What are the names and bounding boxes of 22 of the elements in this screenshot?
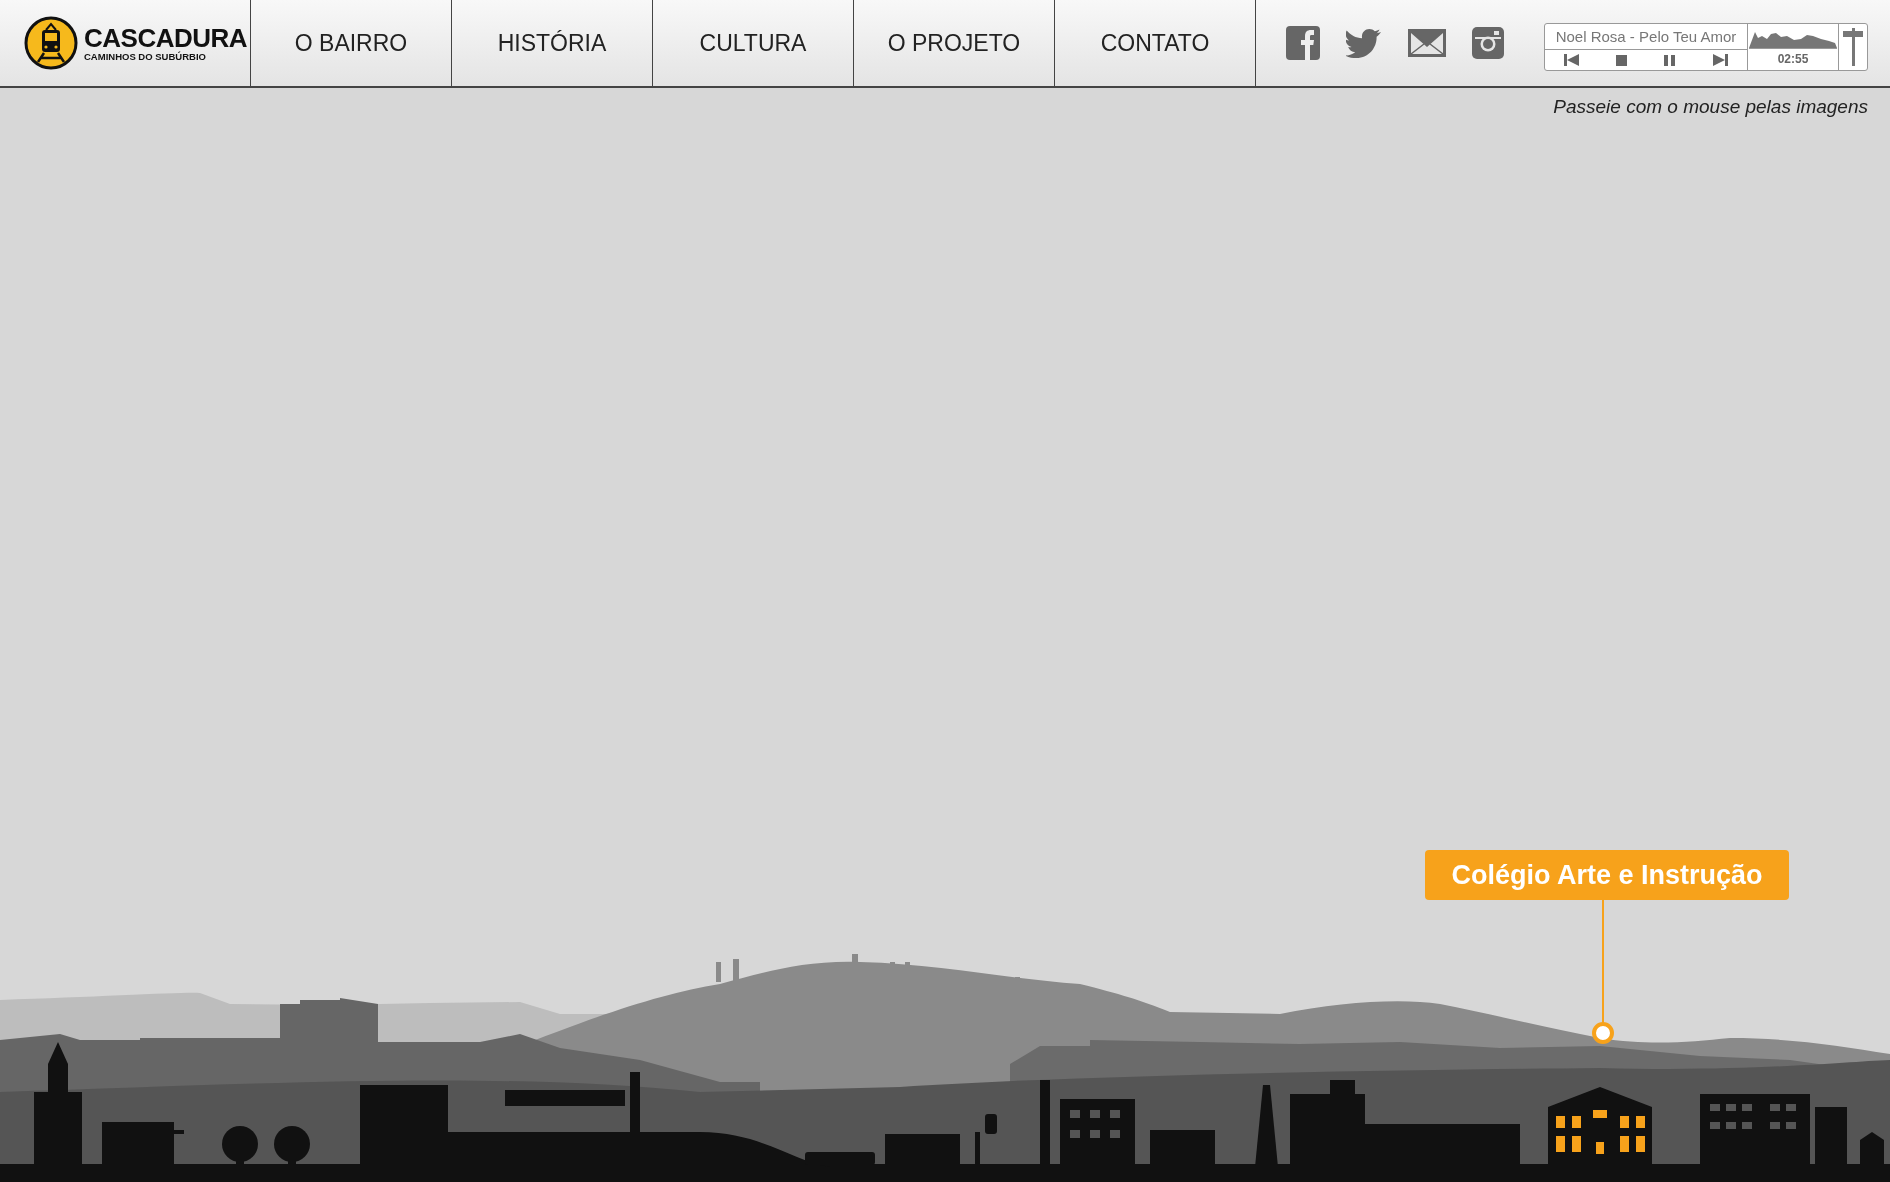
envelope-icon[interactable] — [1408, 29, 1446, 57]
track-time: 02:55 — [1777, 51, 1809, 68]
bird-icon[interactable] — [1346, 28, 1382, 58]
nav-link[interactable]: HISTÓRIA — [452, 0, 653, 86]
logo-title[interactable]: CASCADURA — [84, 24, 248, 51]
facebook-icon[interactable] — [1286, 26, 1320, 60]
next-icon[interactable] — [1713, 54, 1729, 66]
pause-icon[interactable] — [1664, 54, 1677, 66]
nav-link[interactable]: O BAIRRO — [251, 0, 452, 86]
volume-thumb[interactable] — [1843, 30, 1863, 37]
nav-link[interactable]: CONTATO — [1055, 0, 1256, 86]
logo-subtitle: CAMINHOS DO SUBÚRBIO — [84, 50, 207, 62]
stop-icon[interactable] — [1615, 54, 1627, 66]
nav-link[interactable]: CULTURA — [653, 0, 854, 86]
train-logo-icon[interactable] — [24, 16, 78, 70]
nav-link[interactable]: O PROJETO — [854, 0, 1055, 86]
place-label: Colégio Arte e Instrução — [1425, 850, 1789, 900]
hint-text: Passeie com o mouse pelas imagens — [1553, 96, 1868, 118]
track-title: Noel Rosa - Pelo Teu Amor — [1545, 24, 1747, 50]
camera-icon[interactable] — [1472, 27, 1504, 59]
pin-marker[interactable] — [1591, 900, 1615, 1046]
previous-icon[interactable] — [1563, 54, 1579, 66]
